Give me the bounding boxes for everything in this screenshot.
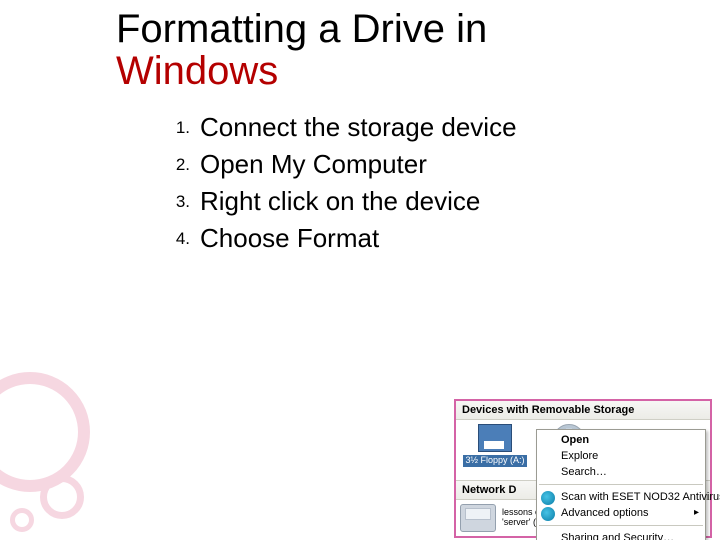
step-list: 1.Connect the storage device 2.Open My C… [150, 110, 517, 258]
menu-explore[interactable]: Explore [537, 448, 705, 464]
list-item: 2.Open My Computer [150, 147, 517, 182]
menu-advanced-options[interactable]: Advanced options [537, 505, 705, 521]
slide-title: Formatting a Drive in Windows [116, 8, 636, 92]
deco-ring [10, 508, 34, 532]
floppy-icon [478, 424, 512, 452]
list-text: Open My Computer [200, 147, 427, 182]
menu-separator [539, 484, 703, 485]
list-item: 4.Choose Format [150, 221, 517, 256]
menu-separator [539, 525, 703, 526]
menu-open[interactable]: Open [537, 432, 705, 448]
list-text: Connect the storage device [200, 110, 517, 145]
device-floppy[interactable]: 3½ Floppy (A:) [460, 424, 530, 467]
list-text: Choose Format [200, 221, 379, 256]
title-part1: Formatting a Drive in [116, 7, 487, 51]
list-number: 4. [150, 221, 200, 256]
list-text: Right click on the device [200, 184, 480, 219]
list-number: 3. [150, 184, 200, 219]
list-item: 3.Right click on the device [150, 184, 517, 219]
deco-ring [0, 372, 90, 492]
menu-search[interactable]: Search… [537, 464, 705, 480]
eset-icon [541, 507, 555, 521]
context-menu: Open Explore Search… Scan with ESET NOD3… [536, 429, 706, 540]
list-number: 2. [150, 147, 200, 182]
explorer-panel: Devices with Removable Storage 3½ Floppy… [454, 399, 712, 538]
title-part2: Windows [116, 49, 278, 93]
menu-eset-scan[interactable]: Scan with ESET NOD32 Antivirus [537, 489, 705, 505]
deco-ring [40, 475, 84, 519]
eset-icon [541, 491, 555, 505]
list-number: 1. [150, 110, 200, 145]
devices-header: Devices with Removable Storage [456, 401, 710, 420]
server-icon [460, 504, 496, 532]
list-item: 1.Connect the storage device [150, 110, 517, 145]
device-label: 3½ Floppy (A:) [463, 455, 526, 467]
menu-sharing[interactable]: Sharing and Security… [537, 530, 705, 540]
